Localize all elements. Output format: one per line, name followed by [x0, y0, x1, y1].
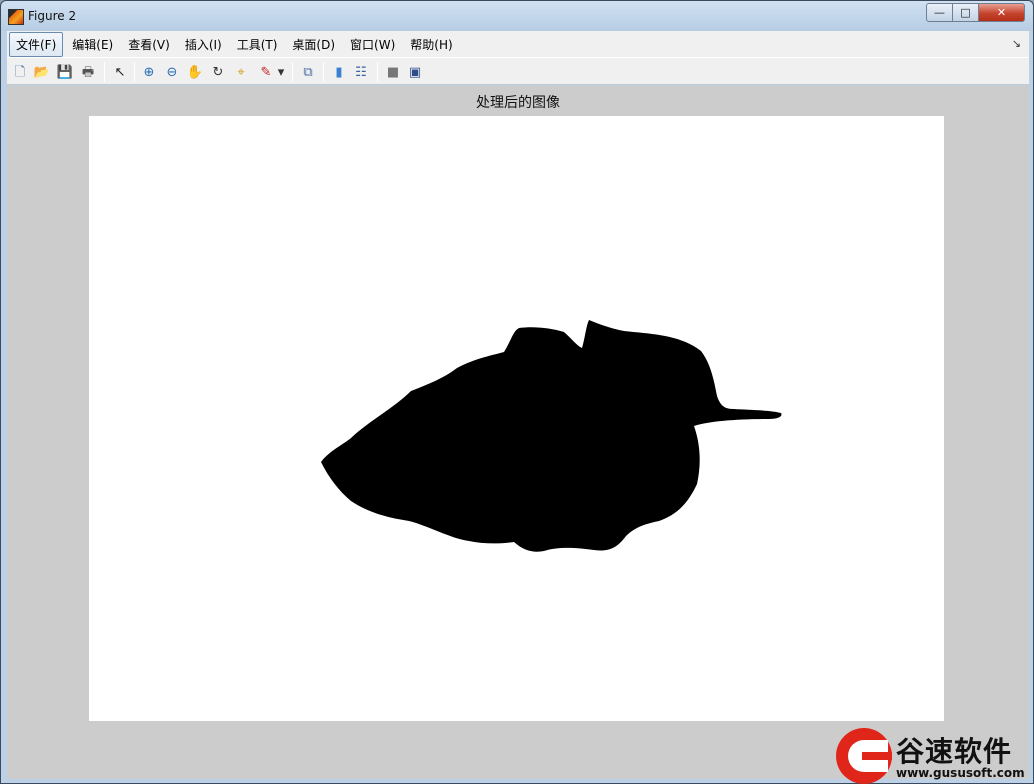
menu-view[interactable]: 查看(V): [122, 33, 176, 56]
zoom-in-icon[interactable]: ⊕: [140, 63, 158, 81]
processed-image: [89, 116, 944, 721]
edit-plot-arrow-icon[interactable]: ↖: [111, 63, 129, 81]
gususoft-logo-icon: [836, 728, 892, 784]
zoom-out-icon[interactable]: ⊖: [163, 63, 181, 81]
open-file-icon[interactable]: 📂: [33, 63, 51, 81]
watermark: 谷速软件 www.gususoft.com: [836, 728, 1034, 784]
brush-icon[interactable]: ✎: [257, 63, 275, 81]
watermark-name: 谷速软件: [896, 735, 1013, 768]
toolbar-separator: [292, 62, 293, 82]
menu-desktop[interactable]: 桌面(D): [286, 33, 341, 56]
image-axes[interactable]: [89, 116, 944, 721]
brush-dropdown-icon[interactable]: ▾: [276, 63, 286, 81]
title-bar[interactable]: Figure 2 — □ ✕: [1, 1, 1033, 31]
pan-hand-icon[interactable]: ✋: [186, 63, 204, 81]
data-cursor-icon[interactable]: ⌖: [232, 63, 250, 81]
watermark-url: www.gususoft.com: [896, 766, 1025, 780]
show-plot-tools-icon[interactable]: ▣: [406, 63, 424, 81]
close-button[interactable]: ✕: [978, 3, 1025, 22]
menu-help[interactable]: 帮助(H): [404, 33, 458, 56]
new-figure-icon[interactable]: 🗋: [11, 63, 29, 81]
dock-arrow-icon[interactable]: ↘: [1012, 37, 1021, 50]
minimize-icon: —: [934, 6, 945, 19]
rotate-3d-icon[interactable]: ↻: [209, 63, 227, 81]
hide-plot-tools-icon[interactable]: ■: [384, 63, 402, 81]
menu-insert[interactable]: 插入(I): [179, 33, 228, 56]
matlab-logo-icon: [8, 9, 24, 25]
minimize-button[interactable]: —: [926, 3, 953, 22]
window-title: Figure 2: [28, 9, 77, 23]
menu-edit[interactable]: 编辑(E): [66, 33, 119, 56]
axes-title: 处理后的图像: [476, 95, 560, 111]
toolbar-separator: [104, 62, 105, 82]
menu-tools[interactable]: 工具(T): [231, 33, 284, 56]
figure-canvas: 处理后的图像: [7, 86, 1029, 779]
print-icon[interactable]: 🖶: [79, 63, 97, 81]
toolbar-separator: [323, 62, 324, 82]
save-icon[interactable]: 💾: [56, 63, 74, 81]
toolbar-separator: [377, 62, 378, 82]
menu-file[interactable]: 文件(F): [9, 31, 64, 57]
link-plot-icon[interactable]: ⧉: [299, 63, 317, 81]
close-icon: ✕: [996, 6, 1007, 19]
insert-legend-icon[interactable]: ☷: [352, 63, 370, 81]
insert-colorbar-icon[interactable]: ▮: [330, 63, 348, 81]
menu-window[interactable]: 窗口(W): [344, 33, 401, 56]
toolbar-separator: [134, 62, 135, 82]
figure-toolbar: 🗋 📂 💾 🖶 ↖ ⊕ ⊖ ✋ ↻ ⌖ ✎ ▾ ⧉ ▮ ☷ ■ ▣: [7, 57, 1029, 85]
figure-window: Figure 2 — □ ✕ 文件(F) 编辑(E) 查看(V) 插入(I) 工…: [0, 0, 1034, 784]
maximize-icon: □: [960, 6, 971, 19]
menu-bar: 文件(F) 编辑(E) 查看(V) 插入(I) 工具(T) 桌面(D) 窗口(W…: [7, 31, 1029, 57]
maximize-button[interactable]: □: [952, 3, 979, 22]
